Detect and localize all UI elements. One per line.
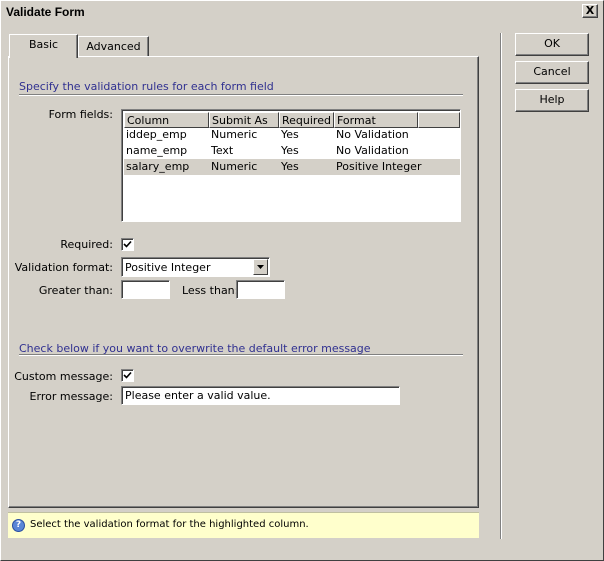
cell-column: iddep_emp [126, 128, 187, 141]
hint-text: Select the validation format for the hig… [30, 519, 309, 530]
validation-format-label: Validation format: [14, 261, 113, 274]
list-header: Column Submit As Required Format [124, 112, 460, 128]
checkmark-icon [123, 371, 132, 379]
cell-required: Yes [281, 144, 299, 157]
section-divider [19, 354, 463, 356]
chevron-down-icon [257, 265, 264, 269]
validation-format-select[interactable]: Positive Integer [121, 257, 270, 277]
cell-column: salary_emp [126, 160, 190, 173]
validation-rules-section-title: Specify the validation rules for each fo… [19, 80, 274, 93]
ok-button[interactable]: OK [515, 33, 589, 56]
cell-submit-as: Numeric [211, 160, 258, 173]
table-row-selected[interactable]: salary_emp Numeric Yes Positive Integer [124, 159, 460, 175]
column-header-filler [418, 112, 460, 128]
cell-format: No Validation [336, 144, 409, 157]
vertical-separator [500, 33, 502, 539]
table-row[interactable]: name_emp Text Yes No Validation [124, 143, 460, 159]
close-icon: X [585, 4, 595, 17]
greater-than-input[interactable] [121, 280, 170, 299]
cell-format: No Validation [336, 128, 409, 141]
dropdown-button[interactable] [253, 259, 268, 275]
less-than-label: Less than: [182, 284, 239, 297]
table-row[interactable]: iddep_emp Numeric Yes No Validation [124, 127, 460, 143]
title-bar: Validate Form X [2, 2, 602, 22]
cell-required: Yes [281, 128, 299, 141]
cancel-button[interactable]: Cancel [515, 61, 589, 84]
tab-basic-label: Basic [28, 38, 59, 51]
column-header-required[interactable]: Required [279, 112, 334, 128]
checkmark-icon [123, 240, 132, 248]
form-fields-list[interactable]: Column Submit As Required Format iddep_e… [121, 109, 461, 222]
section-divider [19, 94, 463, 96]
form-fields-label: Form fields: [48, 108, 113, 121]
validation-format-value: Positive Integer [125, 261, 211, 274]
required-checkbox[interactable] [121, 238, 134, 251]
custom-message-label: Custom message: [14, 370, 113, 383]
cell-required: Yes [281, 160, 299, 173]
column-header-format[interactable]: Format [334, 112, 418, 128]
column-header-column[interactable]: Column [124, 112, 209, 128]
error-message-input[interactable]: Please enter a valid value. [121, 386, 400, 405]
cell-submit-as: Text [211, 144, 234, 157]
hint-bar: ? Select the validation format for the h… [8, 512, 479, 538]
help-button[interactable]: Help [515, 89, 589, 112]
error-message-value: Please enter a valid value. [125, 389, 271, 402]
help-icon: ? [12, 519, 25, 532]
tab-advanced[interactable]: Advanced [78, 36, 149, 57]
validate-form-dialog: Validate Form X Basic Advanced Specify t… [0, 0, 604, 561]
basic-tab-panel: Specify the validation rules for each fo… [8, 56, 479, 508]
cell-column: name_emp [126, 144, 188, 157]
tab-advanced-label: Advanced [86, 40, 141, 53]
greater-than-label: Greater than: [38, 284, 113, 297]
column-header-submit-as[interactable]: Submit As [209, 112, 279, 128]
cell-format: Positive Integer [336, 160, 422, 173]
window-title: Validate Form [6, 5, 85, 19]
required-label: Required: [60, 238, 113, 251]
custom-message-checkbox[interactable] [121, 369, 134, 382]
close-button[interactable]: X [582, 4, 598, 18]
error-message-label: Error message: [29, 390, 113, 403]
cell-submit-as: Numeric [211, 128, 258, 141]
tab-basic[interactable]: Basic [9, 34, 78, 58]
less-than-input[interactable] [236, 280, 285, 299]
